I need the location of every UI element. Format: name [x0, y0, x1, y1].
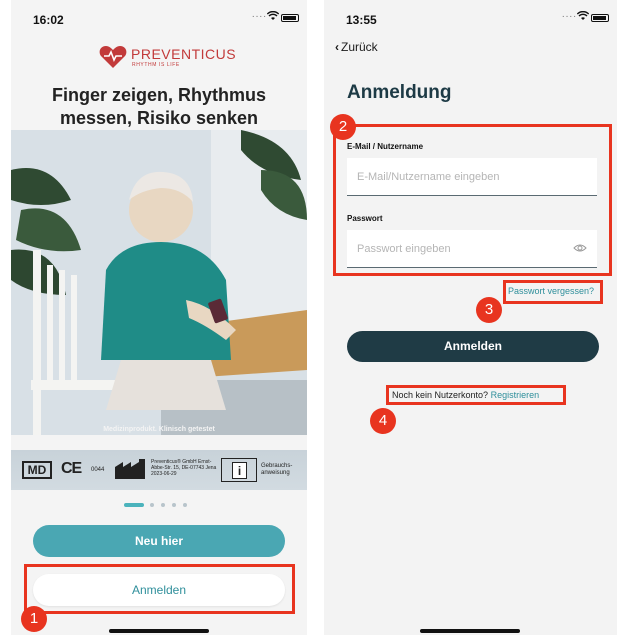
right-phone-screen: 13:55 .... ‹ Zurück Anmeldung E-Mail / Nu… — [324, 0, 617, 635]
annotation-box-3 — [503, 280, 603, 304]
battery-icon — [281, 14, 299, 22]
new-here-button[interactable]: Neu hier — [33, 525, 285, 557]
battery-icon — [591, 14, 609, 22]
page-indicator — [11, 502, 307, 508]
logo-tagline: RHYTHM IS LIFE — [132, 62, 180, 68]
home-indicator[interactable] — [109, 629, 209, 633]
home-indicator[interactable] — [420, 629, 520, 633]
regulatory-symbols: MD CE 0044 Preventicus® GmbH Ernst-Abbe-… — [11, 450, 307, 490]
manufacturer-info: Preventicus® GmbH Ernst-Abbe-Str. 15, DE… — [151, 459, 217, 477]
preventicus-logo: PREVENTICUS RHYTHM IS LIFE — [11, 42, 307, 72]
page-dot[interactable] — [183, 503, 187, 507]
chevron-left-icon: ‹ — [335, 40, 339, 54]
factory-icon — [115, 459, 145, 479]
signal-dots: .... — [561, 9, 577, 20]
status-time: 16:02 — [33, 13, 64, 27]
info-i-glyph: i — [232, 462, 247, 479]
page-title: Anmeldung — [347, 82, 452, 103]
wifi-icon — [267, 11, 279, 20]
annotation-box-2 — [333, 124, 612, 276]
page-dot[interactable] — [150, 503, 154, 507]
back-button[interactable]: ‹ Zurück — [335, 40, 378, 54]
annotation-box-1 — [24, 564, 295, 614]
annotation-badge-3: 3 — [476, 297, 502, 323]
page-dot-active[interactable] — [124, 503, 144, 507]
annotation-badge-1: 1 — [21, 606, 47, 632]
page-dot[interactable] — [172, 503, 176, 507]
annotation-badge-2: 2 — [330, 114, 356, 140]
ce-number: 0044 — [91, 467, 105, 473]
photo-caption: Medizinprodukt. Klinisch getestet — [103, 426, 215, 433]
woman-with-phone-illustration — [11, 130, 307, 435]
left-phone-screen: 16:02 .... PREVENTICUS RHYTHM IS LIFE Fi… — [11, 0, 307, 635]
status-time: 13:55 — [346, 13, 377, 27]
login-submit-button[interactable]: Anmelden — [347, 331, 599, 362]
onboarding-headline: Finger zeigen, Rhythmus messen, Risiko s… — [51, 85, 267, 128]
signal-dots: .... — [251, 9, 267, 20]
md-symbol: MD — [22, 461, 52, 479]
hero-photo — [11, 130, 307, 435]
ce-mark: CE — [61, 460, 82, 477]
status-bar: 13:55 .... — [324, 0, 617, 32]
info-manual-icon: i — [221, 458, 257, 482]
status-bar: 16:02 .... — [11, 0, 307, 32]
wifi-icon — [577, 11, 589, 20]
logo-wordmark: PREVENTICUS — [131, 46, 237, 62]
annotation-badge-4: 4 — [370, 408, 396, 434]
heart-logo-icon — [99, 46, 127, 68]
back-label: Zurück — [341, 40, 378, 54]
annotation-box-4 — [386, 385, 566, 405]
page-dot[interactable] — [161, 503, 165, 507]
instructions-label: Gebrauchs-anweisung — [261, 463, 293, 476]
